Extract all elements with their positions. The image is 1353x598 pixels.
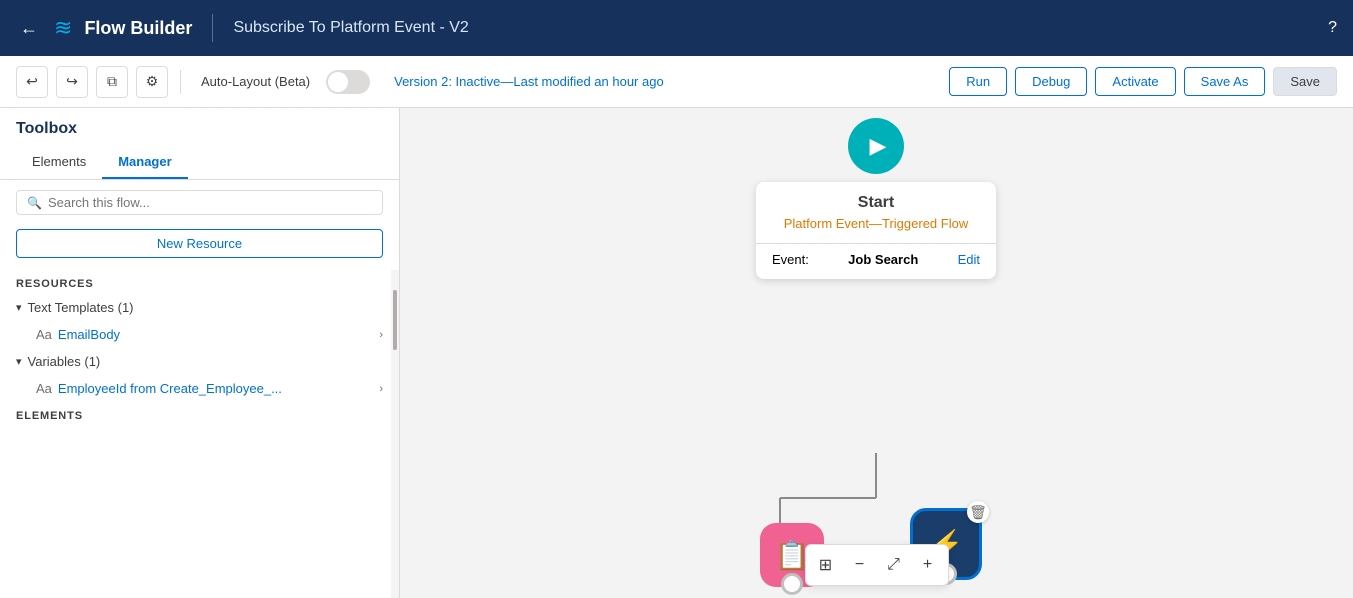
elements-label: ELEMENTS bbox=[0, 402, 399, 426]
employee-id-label: EmployeeId from Create_Employee_... bbox=[58, 381, 373, 396]
toolbox-title: Toolbox bbox=[0, 108, 399, 146]
resources-scroll-area: RESOURCES ▾ Text Templates (1) Aa EmailB… bbox=[0, 270, 399, 598]
variables-group-name: Variables (1) bbox=[28, 354, 101, 369]
variables-group-header[interactable]: ▾ Variables (1) bbox=[0, 348, 399, 375]
start-card[interactable]: Start Platform Event—Triggered Flow Even… bbox=[756, 182, 996, 279]
toolbar-separator bbox=[180, 70, 181, 94]
app-header: ← ≋ Flow Builder Subscribe To Platform E… bbox=[0, 0, 1353, 56]
text-templates-group-name: Text Templates (1) bbox=[28, 300, 134, 315]
search-container: 🔍 bbox=[0, 180, 399, 225]
tab-elements[interactable]: Elements bbox=[16, 146, 102, 179]
canvas-toolbar: ⊞ − ⤢ + bbox=[805, 544, 949, 586]
chevron-down-icon: ▾ bbox=[16, 301, 22, 314]
debug-button[interactable]: Debug bbox=[1015, 67, 1087, 96]
variables-group: ▾ Variables (1) Aa EmployeeId from Creat… bbox=[0, 348, 399, 402]
save-as-button[interactable]: Save As bbox=[1184, 67, 1266, 96]
scrollbar-track[interactable] bbox=[391, 270, 399, 598]
scrollbar-thumb[interactable] bbox=[393, 290, 397, 350]
resources-label: RESOURCES bbox=[0, 270, 399, 294]
search-icon: 🔍 bbox=[27, 196, 42, 210]
chevron-right-icon: › bbox=[379, 329, 383, 341]
undo-button[interactable]: ↩ bbox=[16, 66, 48, 98]
flow-name: Subscribe To Platform Event - V2 bbox=[233, 19, 468, 37]
zoom-in-button[interactable]: + bbox=[912, 549, 944, 581]
toolbar-right: Run Debug Activate Save As Save bbox=[949, 67, 1337, 96]
delete-action-button[interactable]: 🗑 bbox=[967, 501, 989, 523]
start-play-button[interactable]: ▶ bbox=[848, 118, 904, 174]
event-label: Event: bbox=[772, 252, 809, 267]
fit-button[interactable]: ⤢ bbox=[878, 549, 910, 581]
email-body-item[interactable]: Aa EmailBody › bbox=[0, 321, 399, 348]
start-card-subtitle: Platform Event—Triggered Flow bbox=[772, 216, 980, 231]
main-content: Toolbox Elements Manager 🔍 New Resource … bbox=[0, 108, 1353, 598]
activate-button[interactable]: Activate bbox=[1095, 67, 1175, 96]
play-icon: ▶ bbox=[870, 133, 887, 159]
wave-icon: ≋ bbox=[54, 15, 72, 41]
help-button[interactable]: ? bbox=[1328, 19, 1337, 37]
event-value: Job Search bbox=[848, 252, 918, 267]
settings-button[interactable]: ⚙ bbox=[136, 66, 168, 98]
grid-button[interactable]: ⊞ bbox=[810, 549, 842, 581]
resources-section: RESOURCES ▾ Text Templates (1) Aa EmailB… bbox=[0, 270, 399, 434]
zoom-out-button[interactable]: − bbox=[844, 549, 876, 581]
new-resource-button[interactable]: New Resource bbox=[16, 229, 383, 258]
sidebar-tabs: Elements Manager bbox=[0, 146, 399, 180]
edit-link[interactable]: Edit bbox=[958, 252, 980, 267]
text-templates-group: ▾ Text Templates (1) Aa EmailBody › bbox=[0, 294, 399, 348]
variable-icon: Aa bbox=[36, 381, 52, 396]
text-template-icon: Aa bbox=[36, 327, 52, 342]
start-node[interactable]: ▶ Start Platform Event—Triggered Flow Ev… bbox=[756, 118, 996, 279]
save-button[interactable]: Save bbox=[1273, 67, 1337, 96]
text-templates-group-header[interactable]: ▾ Text Templates (1) bbox=[0, 294, 399, 321]
run-button[interactable]: Run bbox=[949, 67, 1007, 96]
back-button[interactable]: ← bbox=[16, 14, 42, 43]
main-toolbar: ↩ ↪ ⧉ ⚙ Auto-Layout (Beta) Version 2: In… bbox=[0, 56, 1353, 108]
start-card-event: Event: Job Search Edit bbox=[756, 252, 996, 267]
search-input[interactable] bbox=[48, 195, 372, 210]
start-card-divider bbox=[756, 243, 996, 244]
employee-id-item[interactable]: Aa EmployeeId from Create_Employee_... › bbox=[0, 375, 399, 402]
auto-layout-label: Auto-Layout (Beta) bbox=[201, 74, 310, 89]
sidebar: Toolbox Elements Manager 🔍 New Resource … bbox=[0, 108, 400, 598]
copy-button[interactable]: ⧉ bbox=[96, 66, 128, 98]
version-info: Version 2: Inactive—Last modified an hou… bbox=[394, 74, 664, 89]
chevron-down-icon-variables: ▾ bbox=[16, 355, 22, 368]
chevron-right-icon-var: › bbox=[379, 383, 383, 395]
app-title: Flow Builder bbox=[84, 18, 192, 39]
header-divider bbox=[212, 14, 213, 42]
search-input-wrap: 🔍 bbox=[16, 190, 383, 215]
start-card-title: Start bbox=[772, 194, 980, 212]
email-body-label: EmailBody bbox=[58, 327, 373, 342]
tab-manager[interactable]: Manager bbox=[102, 146, 187, 179]
auto-layout-toggle[interactable] bbox=[326, 70, 370, 94]
redo-button[interactable]: ↪ bbox=[56, 66, 88, 98]
flow-canvas: ▶ Start Platform Event—Triggered Flow Ev… bbox=[400, 108, 1353, 598]
